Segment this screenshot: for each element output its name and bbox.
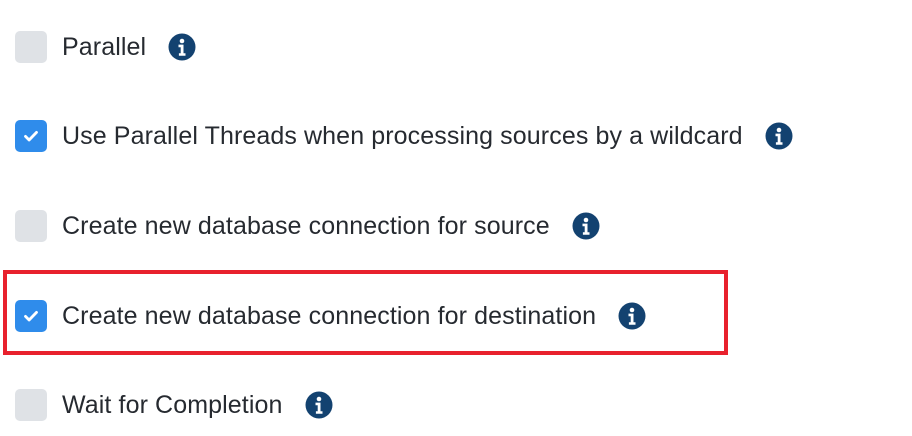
option-parallel[interactable]: Parallel xyxy=(15,27,196,67)
new-connection-destination-checkbox[interactable] xyxy=(15,300,47,332)
parallel-checkbox[interactable] xyxy=(15,31,47,63)
info-icon[interactable] xyxy=(305,391,333,419)
wait-for-completion-checkbox[interactable] xyxy=(15,389,47,421)
new-connection-source-checkbox[interactable] xyxy=(15,210,47,242)
option-label: Parallel xyxy=(62,32,147,61)
use-parallel-threads-checkbox[interactable] xyxy=(15,120,47,152)
option-wait-for-completion[interactable]: Wait for Completion xyxy=(15,385,333,425)
option-label: Create new database connection for desti… xyxy=(62,301,597,330)
option-label: Use Parallel Threads when processing sou… xyxy=(62,121,743,150)
info-icon[interactable] xyxy=(765,122,793,150)
option-label: Create new database connection for sourc… xyxy=(62,211,550,240)
info-icon[interactable] xyxy=(168,33,196,61)
option-new-connection-destination[interactable]: Create new database connection for desti… xyxy=(15,296,646,336)
info-icon[interactable] xyxy=(618,302,646,330)
option-use-parallel-threads[interactable]: Use Parallel Threads when processing sou… xyxy=(15,116,793,156)
check-icon xyxy=(24,131,38,142)
option-label: Wait for Completion xyxy=(62,390,283,419)
check-icon xyxy=(24,311,38,322)
info-icon[interactable] xyxy=(572,212,600,240)
option-new-connection-source[interactable]: Create new database connection for sourc… xyxy=(15,206,600,246)
